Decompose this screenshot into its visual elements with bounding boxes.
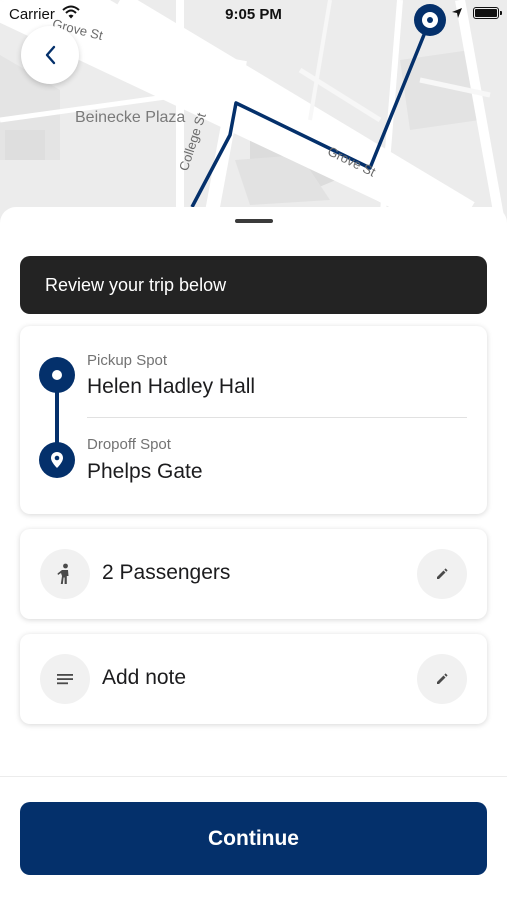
pencil-icon	[437, 673, 448, 684]
dropoff-value[interactable]: Phelps Gate	[87, 460, 203, 484]
status-bar: Carrier 9:05 PM	[0, 0, 507, 30]
review-banner-text: Review your trip below	[45, 274, 227, 295]
passengers-text: 2 Passengers	[102, 561, 231, 584]
review-banner: Review your trip below	[20, 256, 487, 314]
location-pin-icon	[51, 452, 63, 468]
notes-icon	[40, 654, 90, 704]
pickup-marker-icon	[39, 357, 75, 393]
location-arrow-icon	[452, 8, 462, 18]
clock: 9:05 PM	[225, 6, 282, 23]
map-label-beinecke-plaza: Beinecke Plaza	[75, 109, 186, 126]
footer-divider	[0, 776, 507, 777]
pickup-label: Pickup Spot	[87, 352, 168, 369]
note-text: Add note	[102, 666, 187, 689]
continue-button-label: Continue	[208, 826, 299, 850]
edit-passengers-button[interactable]	[417, 549, 467, 599]
sheet-drag-handle[interactable]	[235, 219, 273, 223]
divider	[87, 417, 467, 418]
edit-note-button[interactable]	[417, 654, 467, 704]
passengers-card[interactable]: 2 Passengers	[20, 529, 487, 619]
back-button[interactable]	[21, 26, 79, 84]
trip-review-sheet: Review your trip below Pickup Spot Helen…	[0, 207, 507, 900]
battery-icon	[473, 7, 502, 19]
pickup-value[interactable]: Helen Hadley Hall	[87, 375, 255, 399]
trip-card: Pickup Spot Helen Hadley Hall Dropoff Sp…	[20, 326, 487, 514]
chevron-left-icon	[45, 45, 56, 65]
note-card[interactable]: Add note	[20, 634, 487, 724]
dropoff-pin-icon	[39, 442, 75, 478]
pencil-icon	[437, 568, 448, 579]
person-icon	[40, 549, 90, 599]
continue-button[interactable]: Continue	[20, 802, 487, 875]
dropoff-label: Dropoff Spot	[87, 436, 171, 453]
